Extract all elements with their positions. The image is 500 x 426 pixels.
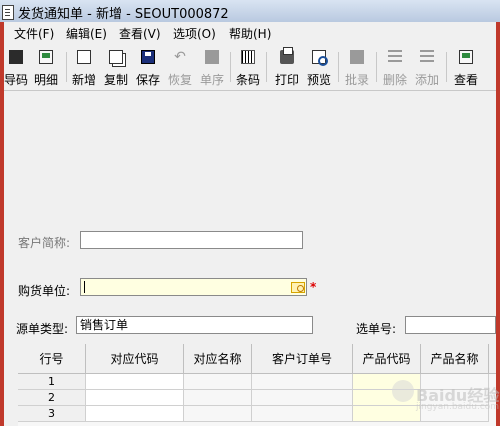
customer-short-name-input[interactable] [80, 231, 303, 249]
required-asterisk: * [310, 280, 317, 294]
new-document-icon [77, 50, 91, 64]
column-header-product-code[interactable]: 产品代码 [353, 344, 421, 374]
sequence-button[interactable]: 单序 [196, 46, 228, 88]
buyer-label: 购货单位: [18, 284, 71, 298]
column-header-code[interactable]: 对应代码 [86, 344, 184, 374]
row-number: 3 [18, 406, 86, 422]
source-type-input[interactable]: 销售订单 [76, 316, 313, 334]
printer-icon [280, 47, 294, 64]
watermark-subtext: jingyan.baidu.com [416, 402, 500, 412]
view-button[interactable]: 查看 [450, 46, 482, 88]
baidu-watermark: Baidu经验 jingyan.baidu.com [392, 372, 499, 420]
title-bar: 发货通知单 - 新增 - SEOUT000872 [0, 0, 500, 22]
undo-icon: ↶ [174, 49, 186, 65]
batch-entry-button[interactable]: 批录 [341, 46, 373, 88]
save-disk-icon [141, 50, 155, 64]
table-cell[interactable] [252, 374, 353, 390]
window-title: 发货通知单 - 新增 - SEOUT000872 [18, 7, 229, 22]
table-cell[interactable] [184, 406, 252, 422]
menu-help[interactable]: 帮助(H) [229, 25, 271, 42]
table-cell[interactable] [252, 406, 353, 422]
table-cell[interactable] [86, 390, 184, 406]
customer-short-name-label: 客户简称: [18, 236, 71, 250]
batch-entry-label: 批录 [344, 73, 369, 87]
menu-file[interactable]: 文件(F) [14, 25, 54, 42]
view-label: 查看 [453, 73, 478, 87]
menu-edit[interactable]: 编辑(E) [66, 25, 107, 42]
app-document-icon [2, 5, 14, 20]
preview-label: 预览 [306, 73, 331, 87]
buyer-input[interactable] [80, 278, 307, 296]
sequence-icon [205, 50, 219, 64]
lookup-icon[interactable] [291, 282, 305, 293]
print-preview-icon [312, 50, 328, 66]
table-cell[interactable] [184, 374, 252, 390]
add-row-icon [420, 50, 434, 64]
table-cell[interactable] [86, 374, 184, 390]
batch-entry-icon [350, 50, 364, 64]
preview-button[interactable]: 预览 [303, 46, 335, 88]
select-no-input[interactable] [405, 316, 496, 334]
copy-icon [109, 50, 123, 64]
menu-options[interactable]: 选项(O) [173, 25, 216, 42]
sequence-label: 单序 [199, 73, 224, 87]
detail-icon [39, 50, 53, 64]
menu-view[interactable]: 查看(V) [119, 25, 161, 42]
barcode-icon [241, 50, 255, 64]
row-number: 1 [18, 374, 86, 390]
barcode-label: 条码 [235, 73, 260, 87]
table-cell[interactable] [184, 390, 252, 406]
column-header-line-no[interactable]: 行号 [18, 344, 86, 374]
select-no-label: 选单号: [356, 322, 397, 336]
barcode-button[interactable]: 条码 [232, 46, 264, 88]
detail-label: 明细 [33, 73, 58, 87]
source-type-label: 源单类型: [16, 322, 69, 336]
column-header-customer-order-no[interactable]: 客户订单号 [252, 344, 353, 374]
add-row-label: 添加 [414, 73, 439, 87]
row-number: 2 [18, 390, 86, 406]
column-header-overflow [489, 344, 496, 374]
menu-bar: 文件(F) 编辑(E) 查看(V) 选项(O) 帮助(H) [4, 22, 496, 44]
table-cell[interactable] [86, 406, 184, 422]
toolbar: 导码 明细 新增 复制 保存 ↶ 恢复 单序 条码 打印 预览 批录 删除 添加… [4, 44, 496, 91]
baidu-paw-icon [392, 380, 414, 402]
text-caret [84, 281, 85, 293]
add-row-button[interactable]: 添加 [411, 46, 443, 88]
view-icon [459, 50, 473, 64]
import-code-icon [9, 50, 23, 64]
column-header-product-name[interactable]: 产品名称 [421, 344, 489, 374]
table-cell[interactable] [252, 390, 353, 406]
delete-row-icon [388, 50, 402, 64]
column-header-name[interactable]: 对应名称 [184, 344, 252, 374]
detail-button[interactable]: 明细 [30, 46, 62, 88]
